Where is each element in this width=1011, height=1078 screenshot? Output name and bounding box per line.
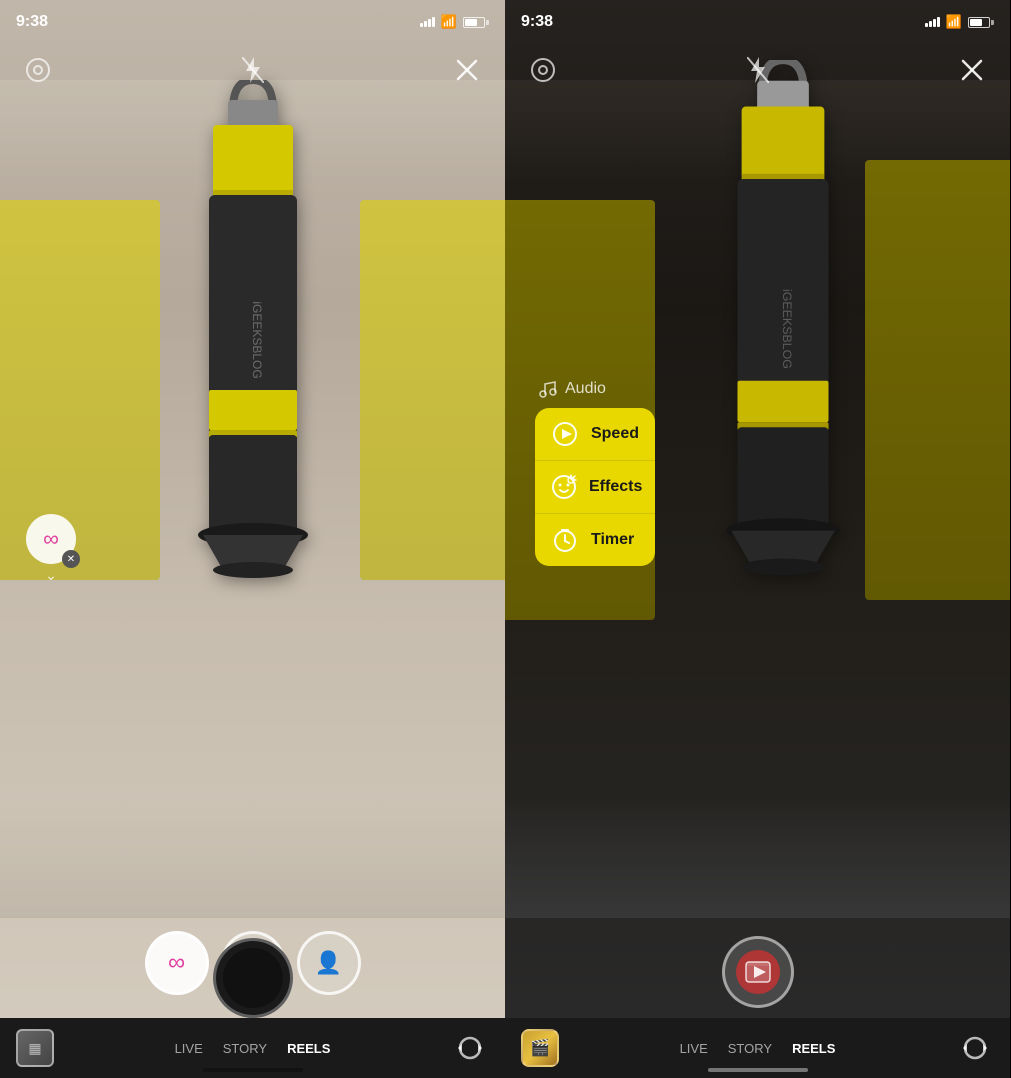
left-filter-people[interactable]: 👤 <box>297 931 361 995</box>
right-close-icon <box>961 59 983 81</box>
right-menu-panel: Audio Speed <box>535 380 655 566</box>
right-phone-panel: iGEEKSBLOG 9:38 📶 <box>505 0 1010 1078</box>
right-time: 9:38 <box>521 13 925 31</box>
left-status-icons: 📶 <box>420 14 489 30</box>
left-status-bar: 9:38 📶 <box>0 0 505 44</box>
right-speed-icon <box>551 420 579 448</box>
left-bottle-svg: iGEEKSBLOG <box>173 80 333 660</box>
left-settings-icon <box>25 57 51 83</box>
r-signal-bar-2 <box>929 21 932 27</box>
right-settings-icon <box>530 57 556 83</box>
right-shutter-button[interactable] <box>722 936 794 1008</box>
left-gallery-thumb: ▦ <box>16 1029 54 1067</box>
right-speed-label: Speed <box>591 425 639 443</box>
right-flash-button[interactable] <box>740 52 776 88</box>
svg-text:iGEEKSBLOG: iGEEKSBLOG <box>780 289 794 369</box>
left-tab-live[interactable]: LIVE <box>173 1037 205 1060</box>
right-flash-icon <box>747 57 769 83</box>
right-gallery-icon: 🎬 <box>530 1038 550 1058</box>
left-bottle: iGEEKSBLOG <box>173 80 333 660</box>
right-tab-modes: LIVE STORY REELS <box>565 1037 950 1060</box>
signal-bar-2 <box>424 21 427 27</box>
left-gallery-button[interactable]: ▦ <box>10 1026 60 1070</box>
left-filter-boomerang[interactable]: ∞ <box>145 931 209 995</box>
left-scene: iGEEKSBLOG <box>0 0 505 1018</box>
right-wifi-icon: 📶 <box>946 14 962 30</box>
left-boomerang-badge: ∞ ✕ <box>26 514 76 564</box>
right-battery-icon <box>968 17 994 28</box>
left-tab-modes: LIVE STORY REELS <box>60 1037 445 1060</box>
r-signal-bar-1 <box>925 23 928 27</box>
left-signal-icon <box>420 17 435 27</box>
left-time: 9:38 <box>16 13 420 31</box>
left-shutter-button[interactable] <box>213 938 293 1018</box>
right-camera-controls <box>505 44 1010 96</box>
right-menu-item-speed[interactable]: Speed <box>535 408 655 461</box>
right-timer-icon <box>551 526 579 554</box>
right-tab-story[interactable]: STORY <box>726 1037 774 1060</box>
left-tab-reels[interactable]: REELS <box>285 1037 332 1060</box>
right-tab-reels[interactable]: REELS <box>790 1037 837 1060</box>
right-gallery-thumb: 🎬 <box>521 1029 559 1067</box>
right-effects-label: Effects <box>589 478 642 496</box>
right-play-circle-icon <box>552 421 578 447</box>
left-close-icon <box>456 59 478 81</box>
right-audio-label: Audio <box>565 380 606 398</box>
right-audio-row[interactable]: Audio <box>535 380 655 398</box>
right-status-bar: 9:38 📶 <box>505 0 1010 44</box>
right-reel-icon <box>736 950 780 994</box>
right-shutter-area[interactable] <box>722 936 794 1008</box>
left-close-button[interactable] <box>449 52 485 88</box>
right-bottle-svg: iGEEKSBLOG <box>698 60 868 660</box>
left-phone-panel: iGEEKSBLOG 9:38 📶 <box>0 0 505 1078</box>
right-menu-item-effects[interactable]: Effects <box>535 461 655 514</box>
signal-bar-1 <box>420 23 423 27</box>
right-reel-svg <box>744 958 772 986</box>
left-boomerang-icon: ∞ <box>43 526 59 552</box>
r-signal-bar-3 <box>933 19 936 27</box>
left-boomerang-sticker[interactable]: ∞ ✕ ⌄ <box>26 514 76 564</box>
right-tab-live[interactable]: LIVE <box>678 1037 710 1060</box>
left-boomerang-arrow: ⌄ <box>45 567 57 584</box>
left-camera-controls <box>0 44 505 96</box>
left-wifi-icon: 📶 <box>441 14 457 30</box>
right-signal-icon <box>925 17 940 27</box>
left-gallery-icon: ▦ <box>28 1040 41 1057</box>
left-flash-button[interactable] <box>235 52 271 88</box>
left-battery-icon <box>463 17 489 28</box>
left-boomerang-close[interactable]: ✕ <box>62 550 80 568</box>
signal-bar-3 <box>428 19 431 27</box>
right-audio-icon <box>539 380 557 398</box>
left-flash-icon <box>242 57 264 83</box>
left-settings-button[interactable] <box>20 52 56 88</box>
left-people-filter-icon: 👤 <box>315 950 342 976</box>
left-shutter-area[interactable] <box>213 938 293 1018</box>
left-flip-icon <box>456 1034 484 1062</box>
left-shutter-inner <box>223 948 283 1008</box>
right-flip-icon <box>961 1034 989 1062</box>
left-tab-story[interactable]: STORY <box>221 1037 269 1060</box>
right-home-indicator <box>708 1068 808 1072</box>
r-signal-bar-4 <box>937 17 940 27</box>
right-gallery-button[interactable]: 🎬 <box>515 1026 565 1070</box>
right-timer-label: Timer <box>591 531 634 549</box>
right-bottle: iGEEKSBLOG <box>698 60 868 660</box>
left-home-indicator <box>203 1068 303 1072</box>
left-boomerang-filter-icon: ∞ <box>168 949 185 977</box>
right-menu-item-timer[interactable]: Timer <box>535 514 655 566</box>
right-clock-icon <box>552 527 578 553</box>
right-flip-button[interactable] <box>950 1026 1000 1070</box>
right-smiley-icon <box>551 474 577 500</box>
right-music-icon <box>539 380 557 398</box>
right-menu-yellow-box: Speed Effects <box>535 408 655 566</box>
right-status-icons: 📶 <box>925 14 994 30</box>
right-close-button[interactable] <box>954 52 990 88</box>
left-flip-button[interactable] <box>445 1026 495 1070</box>
left-camera-view: iGEEKSBLOG <box>0 0 505 1018</box>
svg-text:iGEEKSBLOG: iGEEKSBLOG <box>250 301 264 378</box>
right-effects-icon <box>551 473 577 501</box>
signal-bar-4 <box>432 17 435 27</box>
right-settings-button[interactable] <box>525 52 561 88</box>
